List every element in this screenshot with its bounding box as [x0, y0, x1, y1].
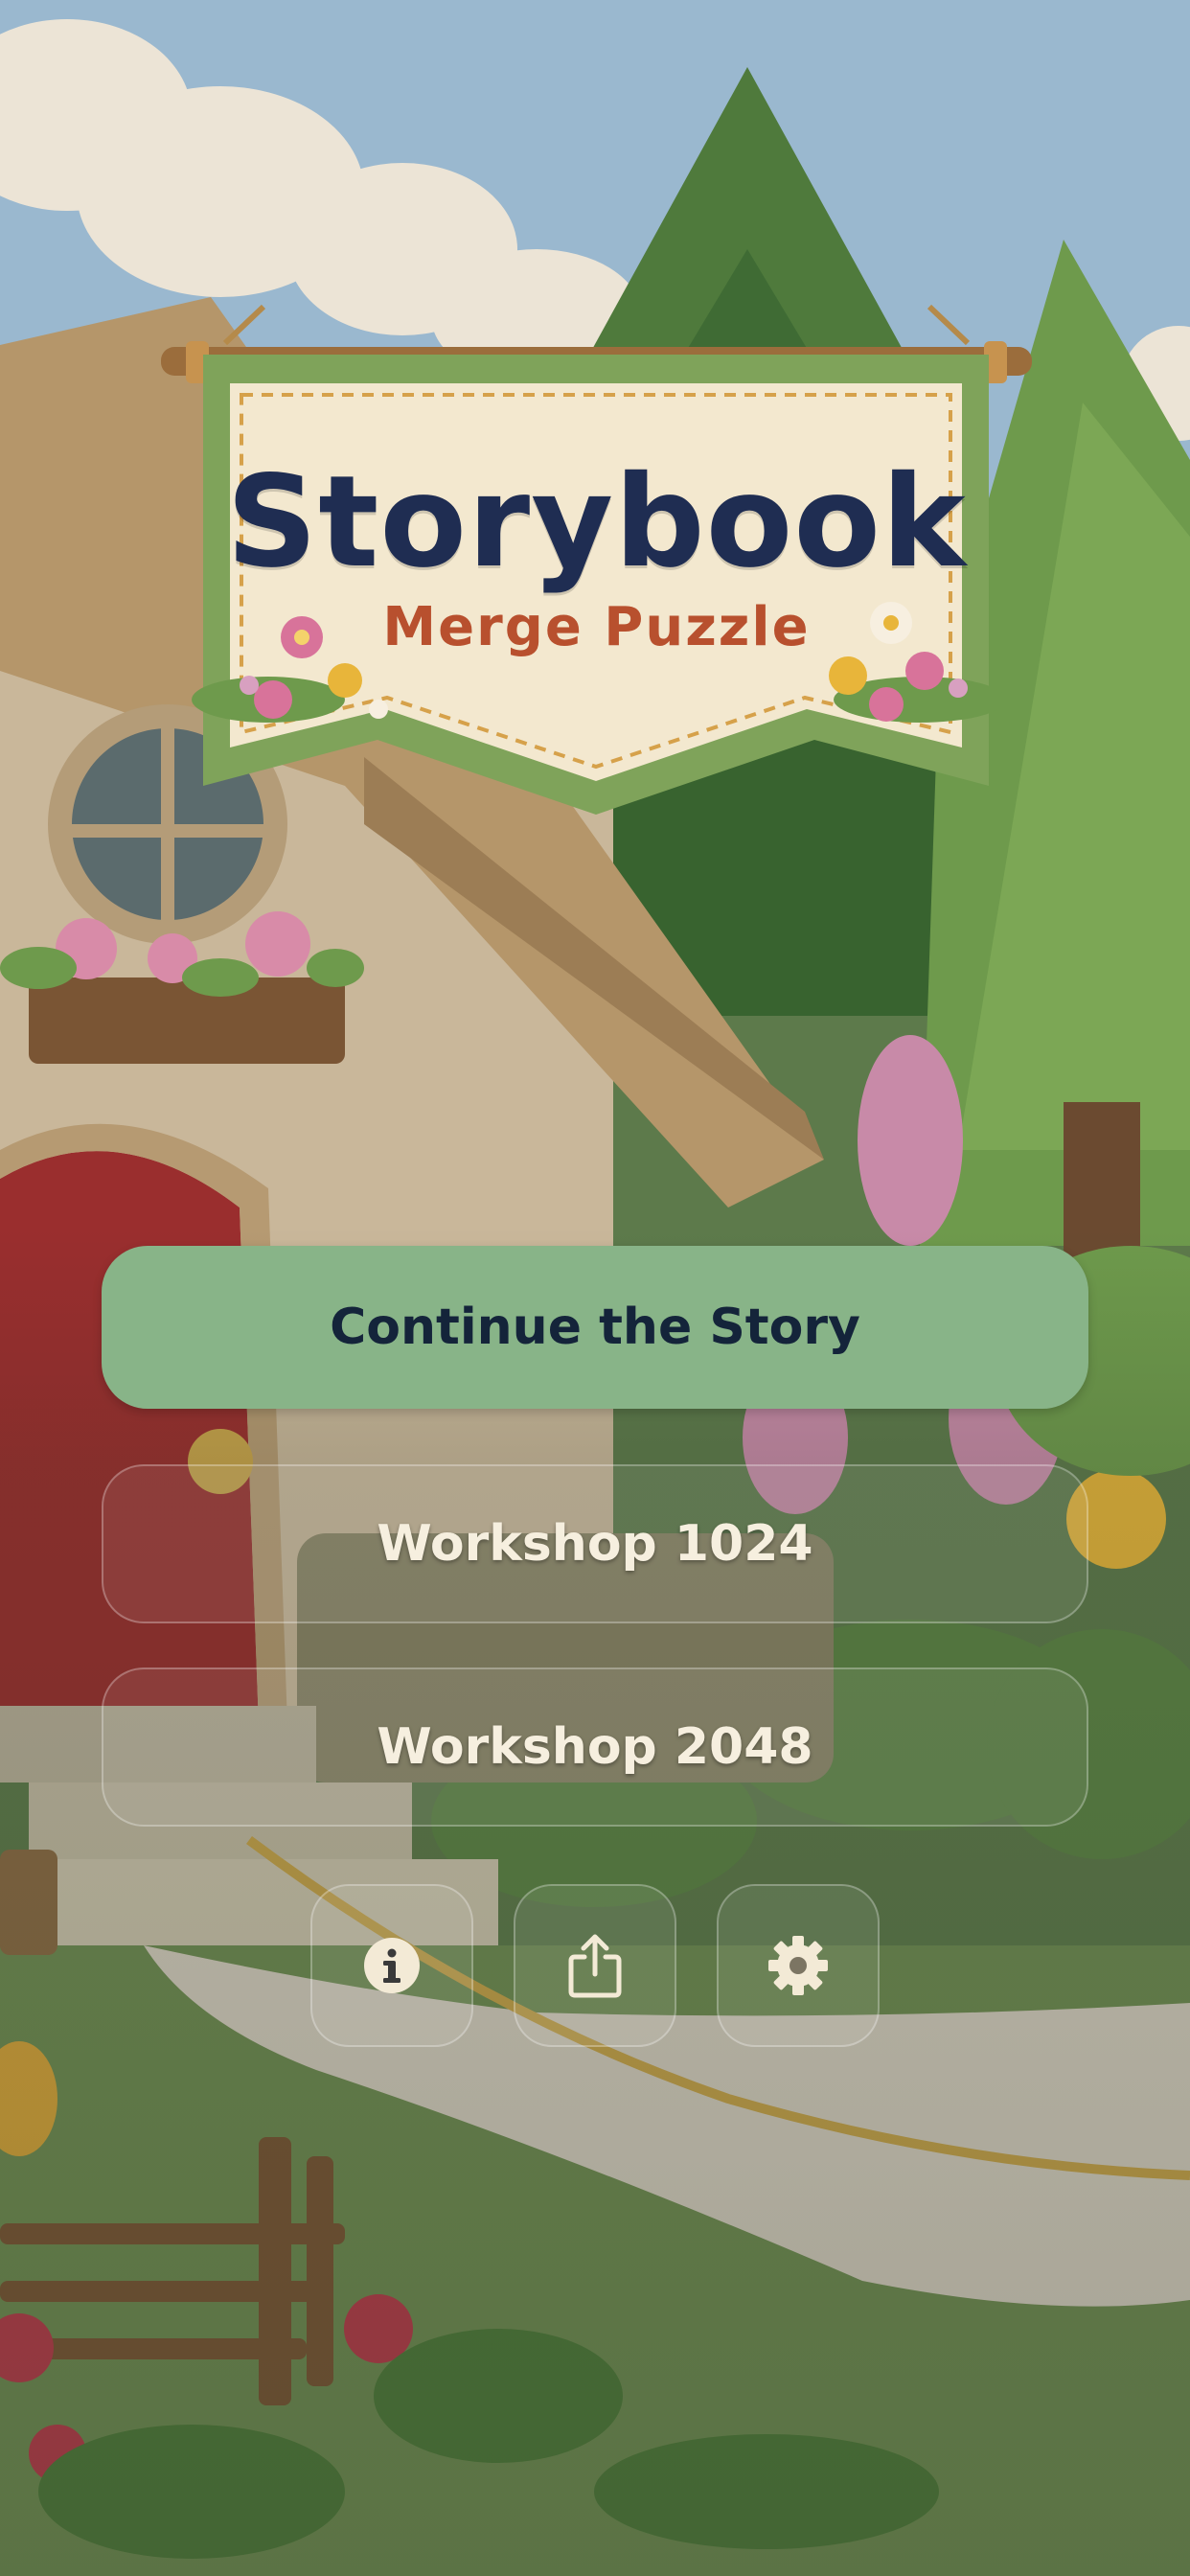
workshop-2048-label: Workshop 2048 — [377, 1718, 813, 1776]
workshop-2048-button[interactable]: Workshop 2048 — [102, 1668, 1088, 1827]
gear-icon — [768, 1936, 828, 1995]
game-title: Storybook — [226, 448, 967, 596]
settings-button[interactable] — [717, 1884, 880, 2047]
game-subtitle: Merge Puzzle — [382, 596, 811, 658]
continue-story-label: Continue the Story — [330, 1299, 860, 1356]
continue-story-button[interactable]: Continue the Story — [102, 1246, 1088, 1409]
share-button[interactable] — [514, 1884, 676, 2047]
info-icon — [364, 1938, 420, 1993]
workshop-1024-label: Workshop 1024 — [377, 1515, 813, 1573]
workshop-1024-button[interactable]: Workshop 1024 — [102, 1464, 1088, 1623]
main-menu-screen: Storybook Merge Puzzle Continue the Stor… — [0, 0, 1190, 2576]
info-button[interactable] — [310, 1884, 473, 2047]
title-banner: Storybook Merge Puzzle — [153, 288, 1040, 824]
share-icon — [568, 1934, 622, 1998]
